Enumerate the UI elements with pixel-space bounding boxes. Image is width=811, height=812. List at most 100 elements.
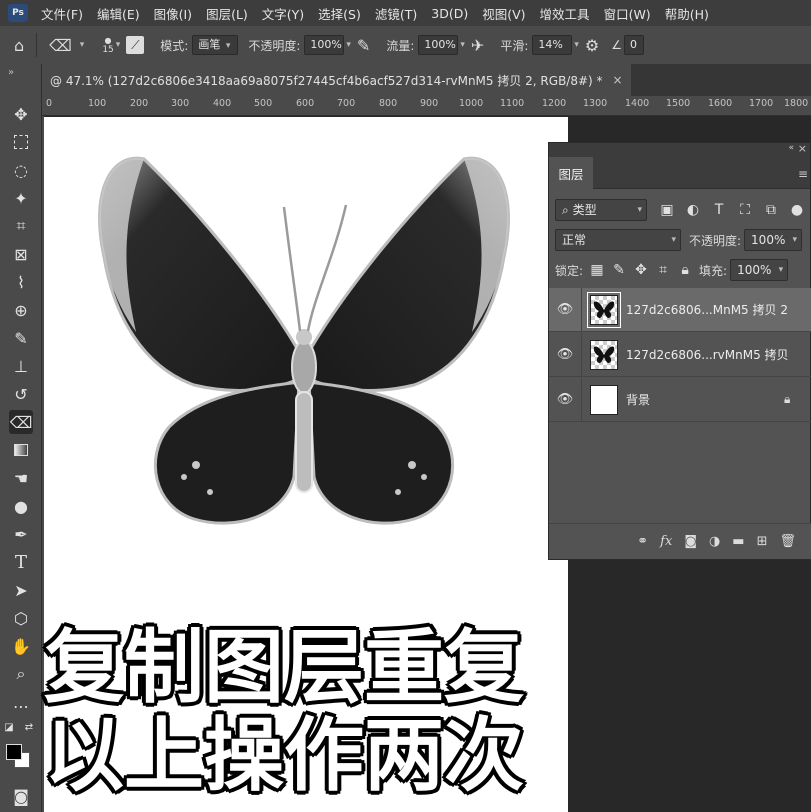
lock-all-icon[interactable]: 🔒︎ [677, 262, 693, 278]
eyedropper-tool-icon[interactable]: ⌇ [9, 270, 33, 294]
menu-select[interactable]: 选择(S) [311, 4, 368, 23]
pressure-opacity-icon[interactable]: ✎ [357, 36, 370, 55]
history-brush-tool-icon[interactable]: ↺ [9, 382, 33, 406]
fx-icon[interactable]: fx [660, 534, 672, 549]
menu-view[interactable]: 视图(V) [475, 4, 532, 23]
airbrush-icon[interactable]: ✈ [471, 36, 484, 55]
panel-menu-icon[interactable]: ≡ [798, 167, 808, 181]
path-selection-tool-icon[interactable]: ➤ [9, 578, 33, 602]
lock-icon[interactable]: 🔒︎ [784, 392, 811, 407]
menu-type[interactable]: 文字(Y) [255, 4, 311, 23]
zoom-tool-icon[interactable]: ⌕ [9, 662, 33, 686]
angle-input[interactable]: 0 [624, 35, 644, 55]
adjustment-layer-icon[interactable]: ◑ [709, 534, 720, 549]
pixel-filter-icon[interactable]: ▣ [659, 202, 675, 218]
menu-help[interactable]: 帮助(H) [658, 4, 716, 23]
eye-icon[interactable]: 👁︎ [549, 392, 581, 407]
close-icon[interactable]: × [613, 73, 623, 87]
brush-settings-icon[interactable]: ⟋ [126, 36, 145, 54]
mode-select[interactable]: 画笔 ▾ [192, 35, 239, 55]
menu-image[interactable]: 图像(I) [147, 4, 199, 23]
chevron-down-icon[interactable]: ▾ [460, 40, 465, 50]
chevron-down-icon[interactable]: ▾ [80, 40, 85, 50]
frame-tool-icon[interactable]: ⊠ [9, 242, 33, 266]
gradient-tool-icon[interactable] [9, 438, 33, 462]
collapse-chevrons-icon[interactable]: « [788, 143, 794, 153]
blend-mode-select[interactable]: 正常 ▾ [555, 229, 681, 251]
crop-tool-icon[interactable]: ⌗ [9, 214, 33, 238]
magic-wand-tool-icon[interactable]: ✦ [9, 186, 33, 210]
gear-icon[interactable]: ⚙ [585, 36, 599, 55]
lock-artboard-icon[interactable]: ⌗ [655, 262, 671, 278]
layer-row[interactable]: 👁︎ 127d2c6806...MnM5 拷贝 2 [549, 287, 811, 332]
layer-row[interactable]: 👁︎ 背景 🔒︎ [549, 377, 811, 422]
adjustment-filter-icon[interactable]: ◐ [685, 202, 701, 218]
blend-mode-value: 正常 [562, 233, 587, 247]
healing-brush-tool-icon[interactable]: ⊕ [9, 298, 33, 322]
layer-name[interactable]: 127d2c6806...rvMnM5 拷贝 [626, 346, 811, 363]
layer-row[interactable]: 👁︎ 127d2c6806...rvMnM5 拷贝 [549, 332, 811, 377]
type-tool-icon[interactable]: T [9, 550, 33, 574]
swap-colors-icon[interactable]: ⇄ [22, 720, 36, 734]
shape-filter-icon[interactable]: ⛶ [737, 202, 753, 218]
menu-file[interactable]: 文件(F) [34, 4, 90, 23]
trash-icon[interactable]: 🗑︎ [779, 534, 796, 549]
lock-transparency-icon[interactable]: ▦ [589, 262, 605, 278]
chevron-down-icon[interactable]: ▾ [346, 40, 351, 50]
type-filter-icon[interactable]: T [711, 202, 727, 218]
horizontal-ruler[interactable]: 0 100 200 300 400 500 600 700 800 900 10… [42, 96, 811, 116]
link-layers-icon[interactable]: ⚭ [637, 534, 648, 549]
tab-layers[interactable]: 图层 [549, 157, 593, 189]
shape-tool-icon[interactable]: ⬡ [9, 606, 33, 630]
pen-tool-icon[interactable]: ✒ [9, 522, 33, 546]
home-icon[interactable]: ⌂ [14, 36, 24, 55]
menu-layer[interactable]: 图层(L) [199, 4, 255, 23]
clone-stamp-tool-icon[interactable]: ⊥ [9, 354, 33, 378]
folder-icon[interactable]: ▬ [732, 534, 744, 549]
menu-3d[interactable]: 3D(D) [424, 6, 475, 21]
menu-edit[interactable]: 编辑(E) [90, 4, 147, 23]
menu-window[interactable]: 窗口(W) [597, 4, 658, 23]
fill-input[interactable]: 100% ▾ [730, 259, 789, 281]
flow-input[interactable]: 100% [418, 35, 459, 55]
more-tools-icon[interactable]: ⋯ [9, 694, 33, 718]
layer-opacity-input[interactable]: 100% ▾ [744, 229, 803, 251]
document-tab[interactable]: @ 47.1% (127d2c6806e3418aa69a8075f27445c… [42, 64, 631, 96]
opacity-input[interactable]: 100% [304, 35, 345, 55]
add-mask-icon[interactable]: ◙ [684, 534, 697, 549]
layer-name[interactable]: 127d2c6806...MnM5 拷贝 2 [626, 301, 811, 318]
lock-pixels-icon[interactable]: ✎ [611, 262, 627, 278]
marquee-tool-icon[interactable] [9, 130, 33, 154]
chevron-down-icon[interactable]: ▾ [116, 40, 121, 50]
layer-filter-select[interactable]: ⌕ 类型 ▾ [555, 199, 647, 221]
eraser-tool-icon[interactable]: ⌫ [9, 410, 33, 434]
lasso-tool-icon[interactable]: ◌ [9, 158, 33, 182]
layer-name[interactable]: 背景 [626, 391, 784, 408]
quick-mask-icon[interactable]: ◙ [9, 784, 33, 808]
eye-icon[interactable]: 👁︎ [549, 347, 581, 362]
default-colors-icon[interactable]: ◪ [2, 720, 16, 734]
menu-filter[interactable]: 滤镜(T) [368, 4, 424, 23]
foreground-color-swatch[interactable] [6, 744, 22, 760]
eraser-tool-icon[interactable]: ⌫ [49, 36, 72, 55]
smudge-tool-icon[interactable]: ☚ [9, 466, 33, 490]
new-layer-icon[interactable]: ⊞ [757, 534, 768, 549]
lock-position-icon[interactable]: ✥ [633, 262, 649, 278]
filter-toggle-icon[interactable]: ● [789, 202, 805, 218]
chevron-down-icon[interactable]: ▾ [574, 40, 579, 50]
hand-tool-icon[interactable]: ✋ [9, 634, 33, 658]
menu-plugins[interactable]: 增效工具 [533, 4, 597, 23]
move-tool-icon[interactable]: ✥ [9, 102, 33, 126]
close-icon[interactable]: × [798, 142, 807, 155]
smooth-input[interactable]: 14% [532, 35, 573, 55]
ruler-tick: 1200 [542, 98, 567, 109]
ruler-tick: 300 [171, 98, 190, 109]
divider [581, 332, 582, 377]
brush-tool-icon[interactable]: ✎ [9, 326, 33, 350]
dodge-tool-icon[interactable]: ● [9, 494, 33, 518]
eye-icon[interactable]: 👁︎ [549, 302, 581, 317]
collapse-chevrons-icon[interactable]: » [8, 67, 14, 78]
smart-object-filter-icon[interactable]: ⧉ [763, 202, 779, 218]
fill-value: 100% [737, 263, 772, 277]
brush-preset-picker[interactable]: ● 15 [102, 36, 113, 55]
